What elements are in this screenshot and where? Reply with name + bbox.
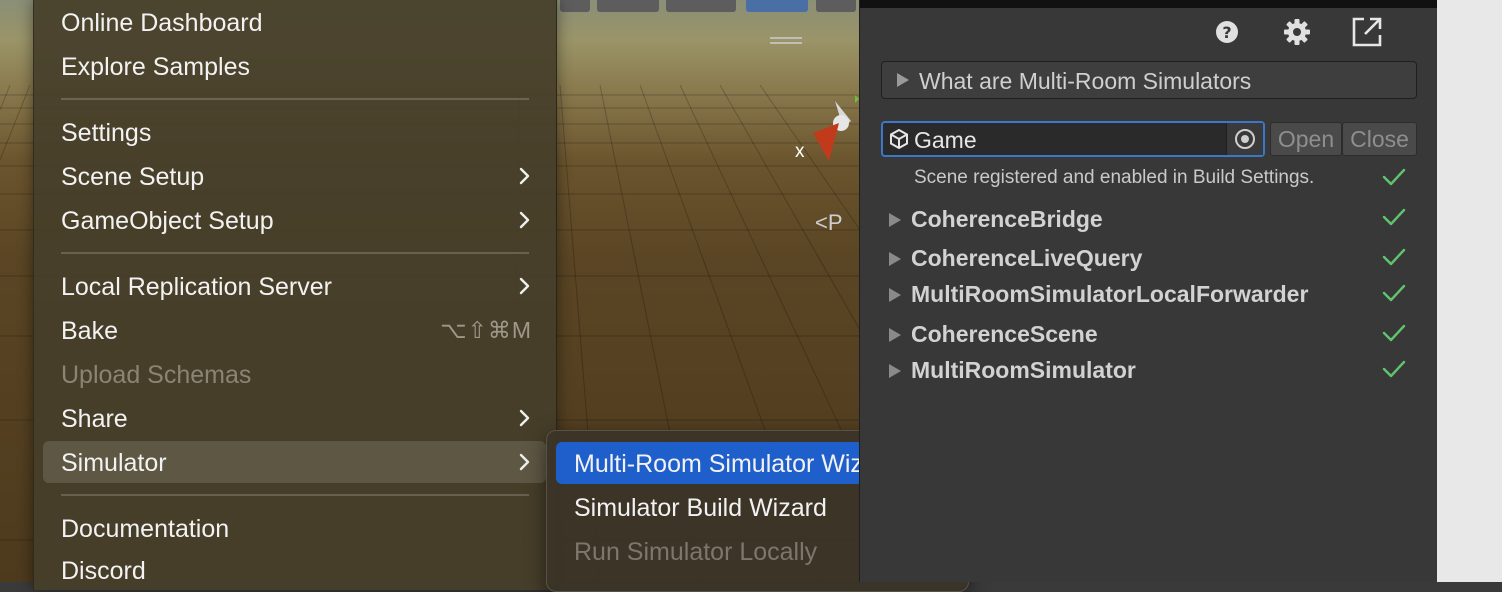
menu-separator xyxy=(61,98,529,100)
chevron-right-icon xyxy=(519,211,530,229)
submenu-item-label: Run Simulator Locally xyxy=(574,538,818,566)
open-button-label: Open xyxy=(1277,126,1335,152)
menu-item-bake[interactable]: Bake ⌥⇧⌘M xyxy=(43,309,546,351)
menu-item-share[interactable]: Share xyxy=(43,397,546,439)
menu-item-label: Local Replication Server xyxy=(61,273,332,301)
foldout-label: What are Multi-Room Simulators xyxy=(919,68,1252,94)
menu-item-label: Settings xyxy=(61,119,152,147)
menu-item-explore-samples[interactable]: Explore Samples xyxy=(43,45,546,87)
check-icon xyxy=(1382,284,1406,302)
menu-item-scene-setup[interactable]: Scene Setup xyxy=(43,155,546,197)
menu-item-gameobject-setup[interactable]: GameObject Setup xyxy=(43,199,546,241)
close-scene-button[interactable]: Close xyxy=(1342,122,1417,156)
coherence-menu: Online Dashboard Explore Samples Setting… xyxy=(33,0,557,590)
component-name: MultiRoomSimulator xyxy=(911,357,1136,383)
scene-toolbar-button[interactable] xyxy=(560,0,590,12)
foldout-arrow-icon xyxy=(889,328,901,342)
menu-item-local-replication-server[interactable]: Local Replication Server xyxy=(43,265,546,307)
object-picker-button[interactable] xyxy=(1226,123,1263,155)
menu-item-online-dashboard[interactable]: Online Dashboard xyxy=(43,1,546,43)
menu-item-label: Simulator xyxy=(61,449,167,477)
drag-handle-icon[interactable] xyxy=(770,37,802,45)
menu-item-shortcut: ⌥⇧⌘M xyxy=(440,317,532,343)
open-scene-button[interactable]: Open xyxy=(1270,122,1342,156)
menu-item-label: Scene Setup xyxy=(61,163,205,191)
background-window xyxy=(1437,0,1502,582)
foldout-arrow-icon xyxy=(897,73,909,87)
scene-toolbar-button[interactable] xyxy=(597,0,659,12)
submenu-item-label: Multi-Room Simulator Wizard xyxy=(574,450,900,478)
svg-text:?: ? xyxy=(1222,23,1231,42)
gear-icon[interactable] xyxy=(1282,17,1312,47)
menu-item-label: Bake xyxy=(61,317,118,345)
chevron-right-icon xyxy=(519,277,530,295)
chevron-right-icon xyxy=(519,409,530,427)
menu-item-upload-schemas: Upload Schemas xyxy=(43,353,546,395)
multi-room-simulator-panel: ? What are Multi-Room Simulators Game Op… xyxy=(859,0,1438,582)
menu-separator xyxy=(61,494,529,496)
check-icon xyxy=(1382,208,1406,226)
scene-toolbar-button[interactable] xyxy=(816,0,856,12)
chevron-right-icon xyxy=(519,453,530,471)
scene-field-value: Game xyxy=(914,127,977,153)
component-name: CoherenceBridge xyxy=(911,206,1103,232)
menu-item-label: Share xyxy=(61,405,128,433)
open-external-icon[interactable] xyxy=(1350,15,1384,49)
menu-item-settings[interactable]: Settings xyxy=(43,111,546,153)
component-name: CoherenceScene xyxy=(911,321,1098,347)
menu-item-label: Online Dashboard xyxy=(61,9,263,37)
check-icon xyxy=(1382,324,1406,342)
component-name: MultiRoomSimulatorLocalForwarder xyxy=(911,281,1309,307)
menu-item-discord[interactable]: Discord xyxy=(43,549,546,591)
menu-item-label: Explore Samples xyxy=(61,53,250,81)
menu-item-simulator[interactable]: Simulator xyxy=(43,441,546,483)
unity-scene-icon xyxy=(890,129,908,149)
chevron-right-icon xyxy=(519,167,530,185)
scene-status-text: Scene registered and enabled in Build Se… xyxy=(914,167,1315,188)
foldout-arrow-icon xyxy=(889,252,901,266)
foldout-arrow-icon xyxy=(889,213,901,227)
scene-toolbar-button[interactable] xyxy=(666,0,736,12)
component-name: CoherenceLiveQuery xyxy=(911,245,1143,271)
menu-item-documentation[interactable]: Documentation xyxy=(43,507,546,549)
panel-header-bar xyxy=(860,0,1438,8)
scene-toolbar-button[interactable] xyxy=(746,0,808,12)
info-foldout[interactable]: What are Multi-Room Simulators xyxy=(881,61,1417,99)
perspective-label[interactable]: <P xyxy=(815,210,843,236)
menu-item-label: Upload Schemas xyxy=(61,361,252,389)
close-button-label: Close xyxy=(1350,126,1409,152)
menu-item-label: Documentation xyxy=(61,515,230,543)
menu-separator xyxy=(61,252,529,254)
menu-item-label: GameObject Setup xyxy=(61,207,274,235)
foldout-arrow-icon xyxy=(889,288,901,302)
scene-object-field[interactable]: Game xyxy=(881,121,1265,157)
gizmo-x-label: x xyxy=(795,141,805,162)
target-icon xyxy=(1235,129,1255,149)
check-icon xyxy=(1382,168,1406,186)
foldout-arrow-icon xyxy=(889,364,901,378)
help-icon[interactable]: ? xyxy=(1212,17,1242,47)
check-icon xyxy=(1382,360,1406,378)
submenu-item-label: Simulator Build Wizard xyxy=(574,494,827,522)
check-icon xyxy=(1382,248,1406,266)
